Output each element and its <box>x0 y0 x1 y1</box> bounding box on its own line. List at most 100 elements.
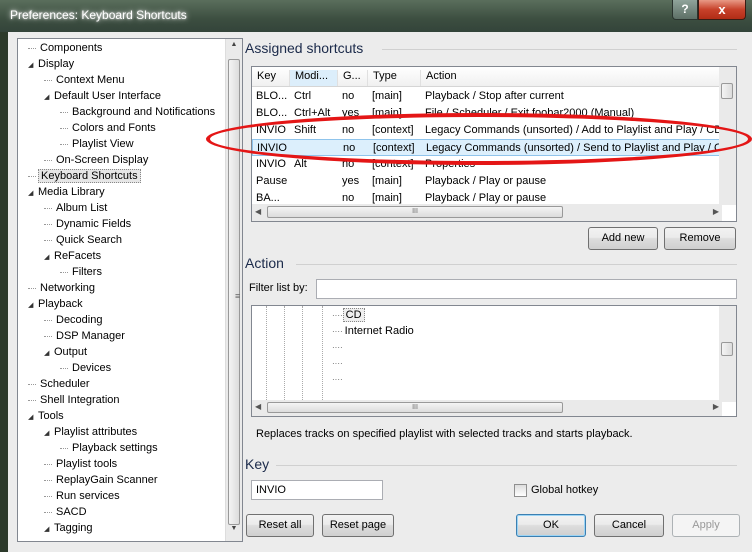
scroll-left-icon[interactable]: ◀ <box>255 402 261 411</box>
tree-connector <box>60 111 68 113</box>
tree-scrollbar[interactable]: ▲ ▼ <box>225 39 242 541</box>
action-vscroll-thumb[interactable] <box>721 342 733 356</box>
tree-guide-line <box>284 306 285 402</box>
table-header: Key Modi... G... Type Action <box>252 67 722 87</box>
global-hotkey-checkbox[interactable] <box>514 484 527 497</box>
splitter-grip-icon[interactable]: ≡ <box>235 291 240 301</box>
scroll-up-icon[interactable]: ▲ <box>228 41 240 55</box>
tree-item[interactable]: SACD <box>44 504 89 520</box>
table-vscroll-thumb[interactable] <box>721 83 733 99</box>
expand-arrow-icon[interactable]: ◢ <box>28 410 36 426</box>
table-row[interactable]: BLO... Ctrl no [main] Playback / Stop after … <box>252 88 722 105</box>
cell-type: [main] <box>372 175 402 187</box>
expand-arrow-icon[interactable]: ◢ <box>44 250 52 266</box>
scroll-left-icon[interactable]: ◀ <box>255 207 261 216</box>
tree-item[interactable]: ◢ Playlist attributes <box>44 424 139 440</box>
tree-item[interactable]: Dynamic Fields <box>44 216 133 232</box>
tree-item-label: Shell Integration <box>40 394 120 406</box>
expand-arrow-icon[interactable]: ◢ <box>28 298 36 314</box>
tree-item[interactable]: ◢ Tools <box>28 408 66 424</box>
cell-type: [main] <box>372 90 402 102</box>
tree-item[interactable]: Filters <box>60 264 104 280</box>
key-input[interactable]: INVIO <box>251 480 383 500</box>
cell-key: BLO... <box>256 90 288 102</box>
apply-button[interactable]: Apply <box>672 514 740 537</box>
tree-item[interactable]: Decoding <box>44 312 104 328</box>
tree-item[interactable]: Playlist View <box>60 136 136 152</box>
expand-arrow-icon[interactable]: ◢ <box>44 426 52 442</box>
tree-connector <box>44 207 52 209</box>
action-title: Action <box>245 255 284 271</box>
add-new-button[interactable]: Add new <box>588 227 658 250</box>
tree-item[interactable]: ◢ Output <box>44 344 89 360</box>
column-header-key[interactable]: Key <box>252 70 290 86</box>
tree-item-label: Media Library <box>38 186 105 198</box>
tree-item[interactable]: Devices <box>60 360 113 376</box>
table-hscroll-thumb[interactable]: III <box>267 206 563 218</box>
ok-button[interactable]: OK <box>516 514 586 537</box>
tree-item-label: Playlist tools <box>56 458 118 470</box>
action-tree[interactable]: ···· CD ···· Internet Radio ···· ···· ···· ◀ I… <box>251 305 737 417</box>
tree-item-label: Devices <box>72 362 112 374</box>
tree-item[interactable]: Context Menu <box>44 72 126 88</box>
tree-item[interactable]: Album List <box>44 200 109 216</box>
expand-arrow-icon[interactable]: ◢ <box>44 90 52 106</box>
tree-item[interactable]: Run services <box>44 488 122 504</box>
tree-item[interactable]: DSP Manager <box>44 328 127 344</box>
help-button[interactable]: ? <box>672 0 698 20</box>
expand-arrow-icon[interactable]: ◢ <box>44 522 52 538</box>
tree-item[interactable]: Components <box>28 40 104 56</box>
tree-item[interactable]: Colors and Fonts <box>60 120 158 136</box>
table-row[interactable]: Pause yes [main] Playback / Play or pause <box>252 173 722 190</box>
scroll-down-icon[interactable]: ▼ <box>228 525 240 539</box>
tree-item-label: Output <box>54 346 88 358</box>
remove-button[interactable]: Remove <box>664 227 736 250</box>
column-header-modifiers[interactable]: Modi... <box>290 70 338 86</box>
tree-item[interactable]: Shell Integration <box>28 392 122 408</box>
table-horizontal-scrollbar[interactable]: ◀ III ▶ <box>252 204 722 221</box>
tree-item[interactable]: ◢ ReFacets <box>44 248 103 264</box>
tree-item[interactable]: Scheduler <box>28 376 92 392</box>
tree-item[interactable]: On-Screen Display <box>44 152 150 168</box>
action-list-item[interactable]: ···· <box>332 339 347 355</box>
tree-item[interactable]: Networking <box>28 280 97 296</box>
action-vertical-scrollbar[interactable] <box>719 306 736 402</box>
tree-item[interactable]: ◢ Playback <box>28 296 85 312</box>
column-header-type[interactable]: Type <box>368 70 421 86</box>
tree-item[interactable]: ReplayGain Scanner <box>44 472 160 488</box>
cancel-button[interactable]: Cancel <box>594 514 664 537</box>
action-list-item[interactable]: ···· CD <box>332 307 365 323</box>
reset-page-button[interactable]: Reset page <box>322 514 394 537</box>
tree-item[interactable]: Background and Notifications <box>60 104 217 120</box>
column-header-global[interactable]: G... <box>338 70 368 86</box>
annotation-ellipse <box>206 113 752 165</box>
tree-item[interactable]: ◢ Default User Interface <box>44 88 163 104</box>
cell-key: BLO... <box>256 107 288 119</box>
tree-connector: ···· <box>332 311 343 320</box>
expand-arrow-icon[interactable]: ◢ <box>44 346 52 362</box>
expand-arrow-icon[interactable]: ◢ <box>28 58 36 74</box>
tree-item[interactable]: Keyboard Shortcuts <box>28 168 141 184</box>
action-hscroll-thumb[interactable]: III <box>267 402 563 413</box>
filter-input[interactable] <box>316 279 737 299</box>
column-header-action[interactable]: Action <box>421 70 722 86</box>
action-horizontal-scrollbar[interactable]: ◀ III ▶ <box>252 400 722 416</box>
action-list-item[interactable]: ···· <box>332 355 347 371</box>
tree-item-label: Playback <box>38 298 83 310</box>
tree-item[interactable]: ◢ Display <box>28 56 76 72</box>
reset-all-button[interactable]: Reset all <box>246 514 314 537</box>
action-list-item[interactable]: ···· <box>332 371 347 387</box>
scroll-right-icon[interactable]: ▶ <box>713 207 719 216</box>
close-button[interactable]: x <box>698 0 746 20</box>
tree-connector <box>60 127 68 129</box>
expand-arrow-icon[interactable]: ◢ <box>28 186 36 202</box>
tree-item[interactable]: Playback settings <box>60 440 160 456</box>
tree-item[interactable]: ◢ Media Library <box>28 184 107 200</box>
tree-item[interactable]: Quick Search <box>44 232 124 248</box>
action-list-item[interactable]: ···· Internet Radio <box>332 323 416 339</box>
tree-item[interactable]: Playlist tools <box>44 456 119 472</box>
tree-item[interactable]: ◢ Tagging <box>44 520 95 536</box>
scroll-right-icon[interactable]: ▶ <box>713 402 719 411</box>
preferences-tree[interactable]: ▲ ▼ ≡ Components ◢ Display Context Menu ◢ Def… <box>17 38 243 542</box>
tree-item-label: ReFacets <box>54 250 102 262</box>
